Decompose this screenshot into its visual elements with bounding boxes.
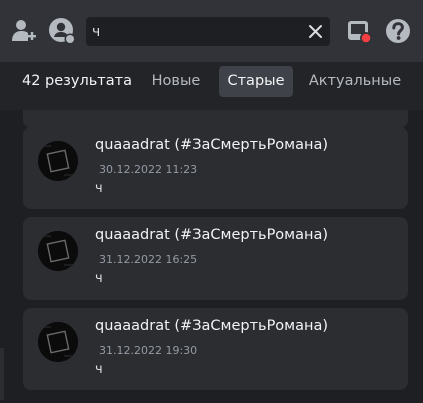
- results-count: 42 результата: [22, 73, 132, 89]
- result-card[interactable]: quaaadrat (#ЗаСмертьРомана) 31.12.2022 1…: [23, 217, 408, 300]
- message-text: ч: [95, 362, 103, 377]
- add-friend-icon[interactable]: [8, 16, 38, 46]
- message-author[interactable]: quaaadrat (#ЗаСмертьРомана): [95, 318, 328, 334]
- message-timestamp: 30.12.2022 11:23: [99, 163, 198, 176]
- search-box[interactable]: [86, 17, 330, 46]
- close-icon[interactable]: [307, 23, 324, 40]
- scroll-edge: [0, 348, 4, 400]
- message-timestamp: 31.12.2022 16:25: [99, 253, 198, 266]
- avatar[interactable]: [38, 231, 78, 271]
- profile-icon[interactable]: [47, 16, 77, 46]
- avatar[interactable]: [38, 141, 78, 181]
- inbox-icon[interactable]: [345, 16, 375, 46]
- toolbar: [0, 0, 423, 62]
- search-results-list[interactable]: quaaadrat (#ЗаСмертьРомана) 30.12.2022 1…: [0, 110, 423, 403]
- message-text: ч: [95, 181, 103, 196]
- message-author[interactable]: quaaadrat (#ЗаСмертьРомана): [95, 227, 328, 243]
- message-author[interactable]: quaaadrat (#ЗаСмертьРомана): [95, 137, 328, 153]
- message-text: ч: [95, 271, 103, 286]
- tab-newest[interactable]: Новые: [144, 66, 208, 97]
- tab-relevant[interactable]: Актуальные: [303, 66, 407, 97]
- message-timestamp: 31.12.2022 19:30: [99, 344, 198, 357]
- result-card[interactable]: quaaadrat (#ЗаСмертьРомана) 31.12.2022 1…: [23, 308, 408, 390]
- result-card-partial: [23, 110, 408, 128]
- tab-oldest[interactable]: Старые: [219, 66, 293, 97]
- result-card[interactable]: quaaadrat (#ЗаСмертьРомана) 30.12.2022 1…: [23, 127, 408, 209]
- avatar[interactable]: [38, 322, 78, 362]
- help-icon[interactable]: [383, 16, 413, 46]
- results-header: 42 результата Новые Старые Актуальные: [0, 62, 423, 110]
- search-input[interactable]: [92, 17, 292, 46]
